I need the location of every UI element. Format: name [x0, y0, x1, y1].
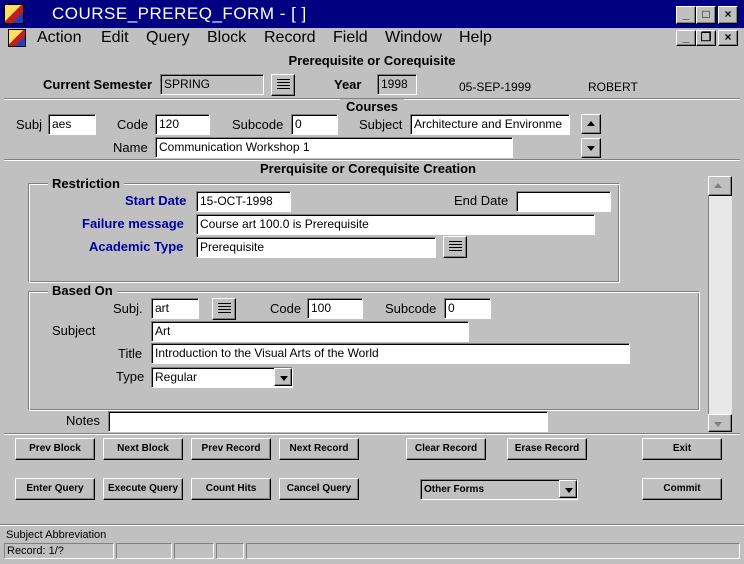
child-close-icon[interactable]: ×	[718, 30, 738, 46]
based-subj-field[interactable]: art	[151, 298, 199, 319]
scroll-down-arrow-icon[interactable]	[581, 138, 601, 158]
year-label: Year	[334, 77, 362, 92]
end-date-field[interactable]	[516, 191, 611, 212]
creation-section-title: Prerquisite or Corequisite Creation	[254, 161, 482, 176]
failure-message-field[interactable]: Course art 100.0 is Prerequisite	[196, 214, 595, 235]
based-type-select[interactable]: Regular	[151, 367, 293, 388]
restriction-legend: Restriction	[48, 176, 124, 191]
cancel-query-button[interactable]: Cancel Query	[279, 478, 359, 500]
count-hits-button[interactable]: Count Hits	[191, 478, 271, 500]
based-code-field[interactable]: 100	[307, 298, 363, 319]
based-subject-field[interactable]: Art	[151, 321, 469, 342]
status-cell-5	[246, 543, 740, 559]
document-icon[interactable]	[8, 29, 26, 47]
status-cell-3	[174, 543, 214, 559]
menu-record[interactable]: Record	[264, 28, 316, 48]
commit-button[interactable]: Commit	[642, 478, 722, 500]
start-date-label: Start Date	[125, 193, 187, 208]
courses-subcode-field[interactable]: 0	[291, 114, 338, 135]
app-icon	[4, 4, 24, 24]
exit-button[interactable]: Exit	[642, 438, 722, 460]
based-type-label: Type	[116, 369, 145, 384]
menu-edit[interactable]: Edit	[101, 28, 129, 48]
scrollbar-down-arrow-icon[interactable]	[708, 414, 732, 432]
prev-block-button[interactable]: Prev Block	[15, 438, 95, 460]
window-title: COURSE_PREREQ_FORM - [ ]	[52, 4, 307, 23]
scrollbar-up-arrow-icon[interactable]	[708, 176, 732, 196]
courses-code-field[interactable]: 120	[155, 114, 210, 135]
semester-field[interactable]: SPRING	[160, 74, 264, 95]
status-hint: Subject Abbreviation	[6, 529, 107, 541]
semester-lov-icon[interactable]	[271, 74, 295, 96]
notes-field[interactable]	[108, 411, 548, 432]
maximize-icon[interactable]: □	[696, 6, 716, 24]
based-subj-lov-icon[interactable]	[212, 298, 236, 320]
based-subj-label: Subj.	[113, 301, 143, 316]
minimize-icon[interactable]: _	[676, 6, 696, 24]
end-date-label: End Date	[454, 193, 509, 208]
prev-record-button[interactable]: Prev Record	[191, 438, 271, 460]
courses-subcode-label: Subcode	[232, 117, 284, 132]
child-restore-icon[interactable]: ❐	[696, 30, 716, 46]
courses-subj-label: Subj	[16, 117, 43, 132]
enter-query-button[interactable]: Enter Query	[15, 478, 95, 500]
other-forms-select[interactable]: Other Forms	[420, 479, 578, 500]
menu-block[interactable]: Block	[207, 28, 246, 48]
menu-query[interactable]: Query	[146, 28, 190, 48]
menu-window[interactable]: Window	[385, 28, 442, 48]
erase-record-button[interactable]: Erase Record	[507, 438, 587, 460]
courses-subj-field[interactable]: aes	[48, 114, 96, 135]
based-on-legend: Based On	[48, 283, 117, 298]
scroll-up-arrow-icon[interactable]	[581, 114, 601, 134]
based-code-label: Code	[270, 301, 302, 316]
status-separator	[0, 524, 744, 526]
courses-section-title: Courses	[340, 99, 405, 114]
menu-bar: Action Edit Query Block Record Field Win…	[0, 28, 744, 50]
courses-code-label: Code	[117, 117, 149, 132]
based-subject-label: Subject	[52, 323, 96, 338]
user-display: ROBERT	[588, 80, 638, 94]
failure-message-label: Failure message	[82, 216, 184, 231]
status-cell-2	[116, 543, 172, 559]
vertical-scrollbar[interactable]	[708, 176, 732, 432]
close-icon[interactable]: ×	[718, 6, 738, 24]
courses-subject-label: Subject	[359, 117, 403, 132]
clear-record-button[interactable]: Clear Record	[406, 438, 486, 460]
academic-type-field[interactable]: Prerequisite	[196, 237, 436, 258]
next-record-button[interactable]: Next Record	[279, 438, 359, 460]
menu-action[interactable]: Action	[37, 28, 81, 48]
form-title: Prerequisite or Corequisite	[288, 53, 456, 68]
menu-field[interactable]: Field	[333, 28, 368, 48]
based-subcode-label: Subcode	[385, 301, 437, 316]
next-block-button[interactable]: Next Block	[103, 438, 183, 460]
courses-name-field[interactable]: Communication Workshop 1	[155, 137, 513, 158]
child-minimize-icon[interactable]: _	[676, 30, 696, 46]
current-semester-label: Current Semester	[43, 77, 153, 92]
based-type-value: Regular	[155, 370, 198, 384]
menu-help[interactable]: Help	[459, 28, 492, 48]
start-date-field[interactable]: 15-OCT-1998	[196, 191, 291, 212]
courses-subject-field[interactable]: Architecture and Environme	[410, 114, 570, 135]
execute-query-button[interactable]: Execute Query	[103, 478, 183, 500]
based-subcode-field[interactable]: 0	[444, 298, 491, 319]
status-record: Record: 1/?	[4, 543, 114, 559]
status-cell-4	[216, 543, 244, 559]
notes-label: Notes	[66, 413, 100, 428]
button-area-separator	[4, 433, 740, 435]
other-forms-chevron-icon[interactable]	[559, 480, 577, 498]
title-bar: COURSE_PREREQ_FORM - [ ] _ □ ×	[0, 0, 744, 28]
academic-type-lov-icon[interactable]	[443, 236, 467, 258]
other-forms-value: Other Forms	[424, 484, 485, 495]
date-display: 05-SEP-1999	[459, 80, 532, 94]
courses-name-label: Name	[113, 140, 148, 155]
based-title-field[interactable]: Introduction to the Visual Arts of the W…	[151, 343, 630, 364]
academic-type-label: Academic Type	[89, 239, 184, 254]
type-dropdown-chevron-icon[interactable]	[274, 368, 292, 386]
year-field[interactable]: 1998	[377, 74, 417, 95]
based-title-label: Title	[118, 346, 143, 361]
